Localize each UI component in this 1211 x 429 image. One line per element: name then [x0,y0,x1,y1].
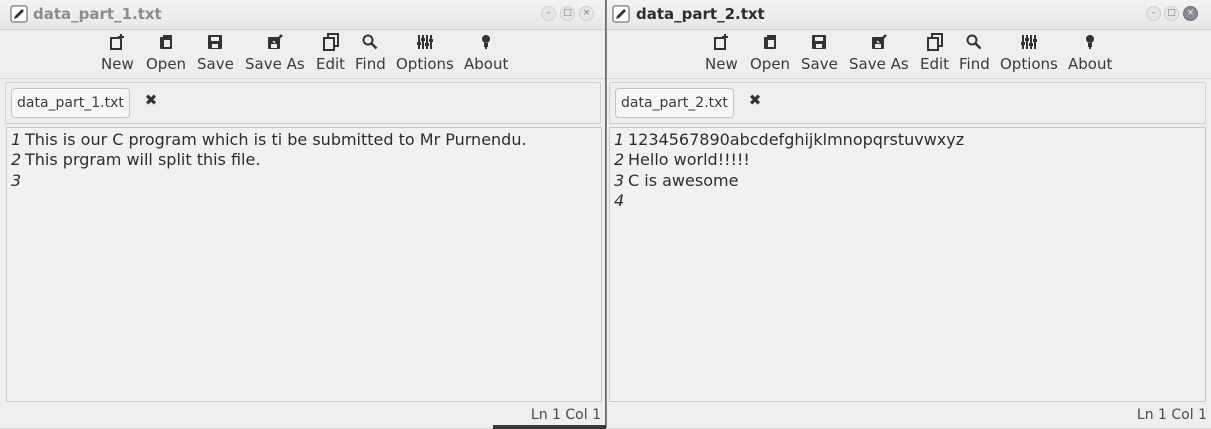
text-editor[interactable]: 1 This is our C program which is ti be su… [6,127,602,402]
save-button[interactable]: Save [197,32,234,74]
new-button[interactable]: New [101,32,134,74]
find-button[interactable]: Find [959,32,990,74]
editor-line: 2 This prgram will split this file. [7,150,601,170]
open-icon [160,35,173,49]
options-icon [1020,35,1037,49]
save-icon [812,35,827,49]
edit-button[interactable]: Edit [316,32,345,74]
close-icon[interactable]: × [1183,6,1198,21]
status-bar: Ln 1 Col 1 [607,403,1211,427]
save-icon [208,35,223,49]
new-button[interactable]: New [705,32,738,74]
editor-window-1: data_part_1.txt – □ × New Open Save Save… [0,0,606,428]
tab-bar-frame: data_part_2.txt ✖ [609,82,1206,124]
find-icon [362,34,378,50]
tab-bar: data_part_2.txt ✖ [607,82,1211,124]
edit-icon [926,33,943,51]
toolbar: New Open Save Save As Edit Find Options [0,30,605,79]
find-icon [966,34,982,50]
edit-button[interactable]: Edit [920,32,949,74]
tab-bar: data_part_1.txt ✖ [0,82,605,124]
cursor-position: Ln 1 Col 1 [1136,407,1207,423]
line-text: 1234567890abcdefghijklmnopqrstuvwxyz [628,130,965,149]
window-title: data_part_2.txt [636,5,765,23]
line-number: 3 [11,170,22,190]
cursor-position: Ln 1 Col 1 [530,407,601,423]
line-number: 1 [614,130,625,149]
find-button[interactable]: Find [355,32,386,74]
save-as-icon [267,34,283,49]
file-tab[interactable]: data_part_1.txt [11,88,130,118]
pencil-icon [10,5,28,23]
open-icon [764,35,777,49]
file-tab[interactable]: data_part_2.txt [615,88,734,118]
options-icon [416,35,433,49]
line-number: 4 [614,190,625,210]
new-file-icon [714,34,729,50]
edit-icon [322,33,339,51]
editor-line: 3 [7,171,601,191]
pencil-icon [612,5,630,23]
title-bar[interactable]: data_part_2.txt – □ × [607,0,1211,30]
open-button[interactable]: Open [146,32,186,74]
editor-line: 2 Hello world!!!!! [610,150,1205,170]
maximize-icon[interactable]: □ [1164,6,1179,21]
minimize-icon[interactable]: – [541,6,556,21]
editor-line: 1 This is our C program which is ti be su… [7,130,601,150]
close-x-icon[interactable]: ✖ [747,92,763,108]
line-number: 2 [11,150,22,170]
line-text: This prgram will split this file. [25,150,261,170]
save-as-button[interactable]: Save As [245,32,305,74]
editor-window-2: data_part_2.txt – □ × New Open Save Save… [606,0,1211,428]
save-as-icon [871,34,887,49]
options-button[interactable]: Options [396,32,454,74]
save-button[interactable]: Save [801,32,838,74]
minimize-icon[interactable]: – [1146,6,1161,21]
editor-line: 4 [610,191,1205,211]
about-button[interactable]: About [464,32,508,74]
editor-line: 3C is awesome [610,171,1205,191]
taskbar-edge [493,425,606,429]
toolbar: New Open Save Save As Edit Find Options [607,30,1211,79]
close-icon[interactable]: × [579,6,594,21]
title-bar[interactable]: data_part_1.txt – □ × [0,0,605,30]
line-number: 1 [11,130,22,149]
line-number: 3 [614,170,625,190]
maximize-icon[interactable]: □ [560,6,575,21]
about-icon [482,35,491,49]
text-editor[interactable]: 1 1234567890abcdefghijklmnopqrstuvwxyz 2H… [609,127,1206,402]
about-button[interactable]: About [1068,32,1112,74]
save-as-button[interactable]: Save As [849,32,909,74]
open-button[interactable]: Open [750,32,790,74]
editor-line: 1 1234567890abcdefghijklmnopqrstuvwxyz [610,130,1205,150]
window-title: data_part_1.txt [33,5,162,23]
options-button[interactable]: Options [1000,32,1058,74]
line-number: 2 [614,150,625,170]
close-x-icon[interactable]: ✖ [143,92,159,108]
status-bar: Ln 1 Col 1 [0,403,605,427]
tab-bar-frame: data_part_1.txt ✖ [5,82,601,124]
new-file-icon [110,34,125,50]
about-icon [1086,35,1095,49]
line-text: Hello world!!!!! [628,150,750,170]
line-text: C is awesome [628,170,739,190]
line-text: This is our C program which is ti be sub… [25,130,527,149]
